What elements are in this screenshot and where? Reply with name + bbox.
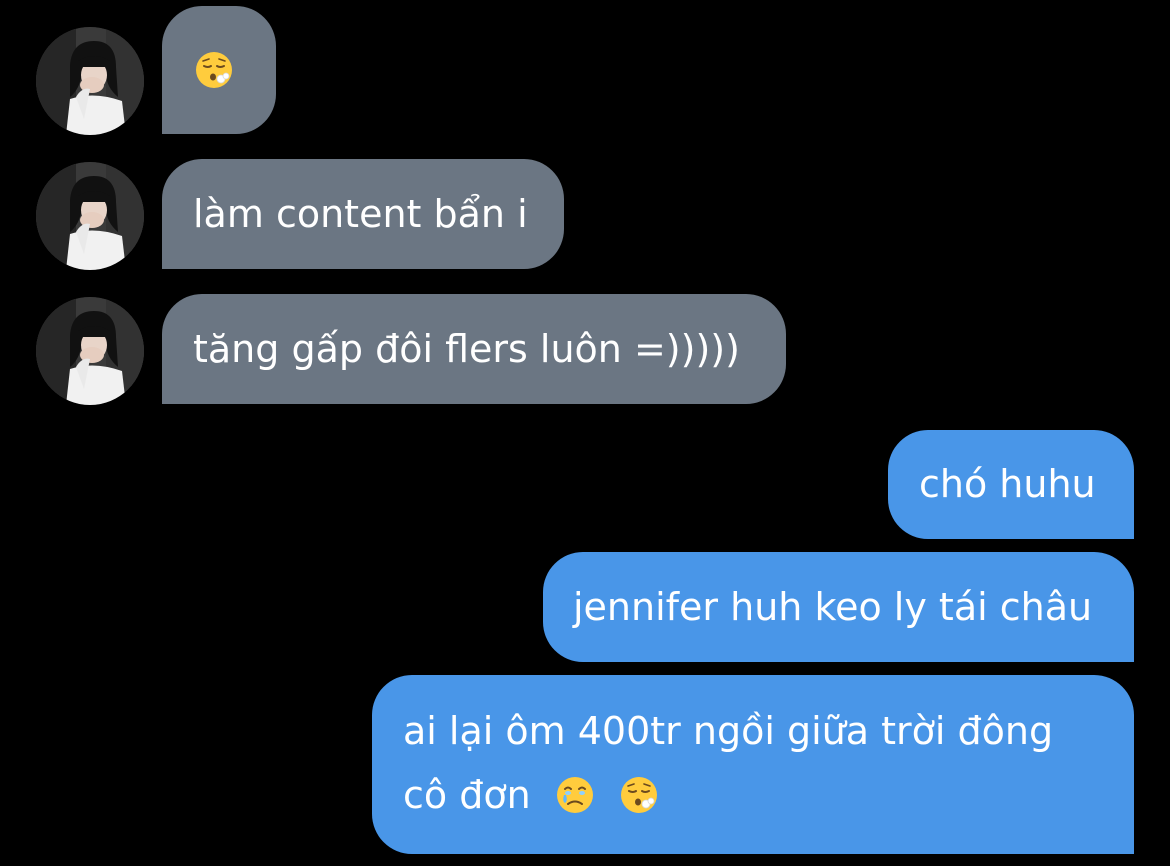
incoming-message[interactable] — [162, 6, 276, 134]
avatar[interactable] — [36, 162, 144, 270]
face-exhaling-emoji — [619, 775, 659, 815]
avatar[interactable] — [36, 27, 144, 135]
avatar[interactable] — [36, 297, 144, 405]
outgoing-message[interactable]: ai lại ôm 400tr ngồi giữa trời đông cô đ… — [372, 675, 1134, 854]
incoming-message[interactable]: tăng gấp đôi flers luôn =))))) — [162, 294, 786, 404]
face-exhaling-emoji — [194, 50, 234, 90]
message-text: làm content bẩn i — [193, 192, 528, 236]
message-text: jennifer huh keo ly tái châu — [573, 585, 1093, 629]
message-text-line: ai lại ôm 400tr ngồi giữa trời đông — [403, 709, 1054, 753]
message-text: tăng gấp đôi flers luôn =))))) — [193, 327, 740, 371]
outgoing-message[interactable]: chó huhu — [888, 430, 1134, 539]
face-holding-back-tears-emoji — [555, 775, 595, 815]
outgoing-message[interactable]: jennifer huh keo ly tái châu — [543, 552, 1134, 662]
message-text: chó huhu — [919, 462, 1096, 506]
message-text-line: cô đơn — [403, 763, 1134, 827]
incoming-message[interactable]: làm content bẩn i — [162, 159, 564, 269]
message-text: cô đơn — [403, 773, 531, 817]
